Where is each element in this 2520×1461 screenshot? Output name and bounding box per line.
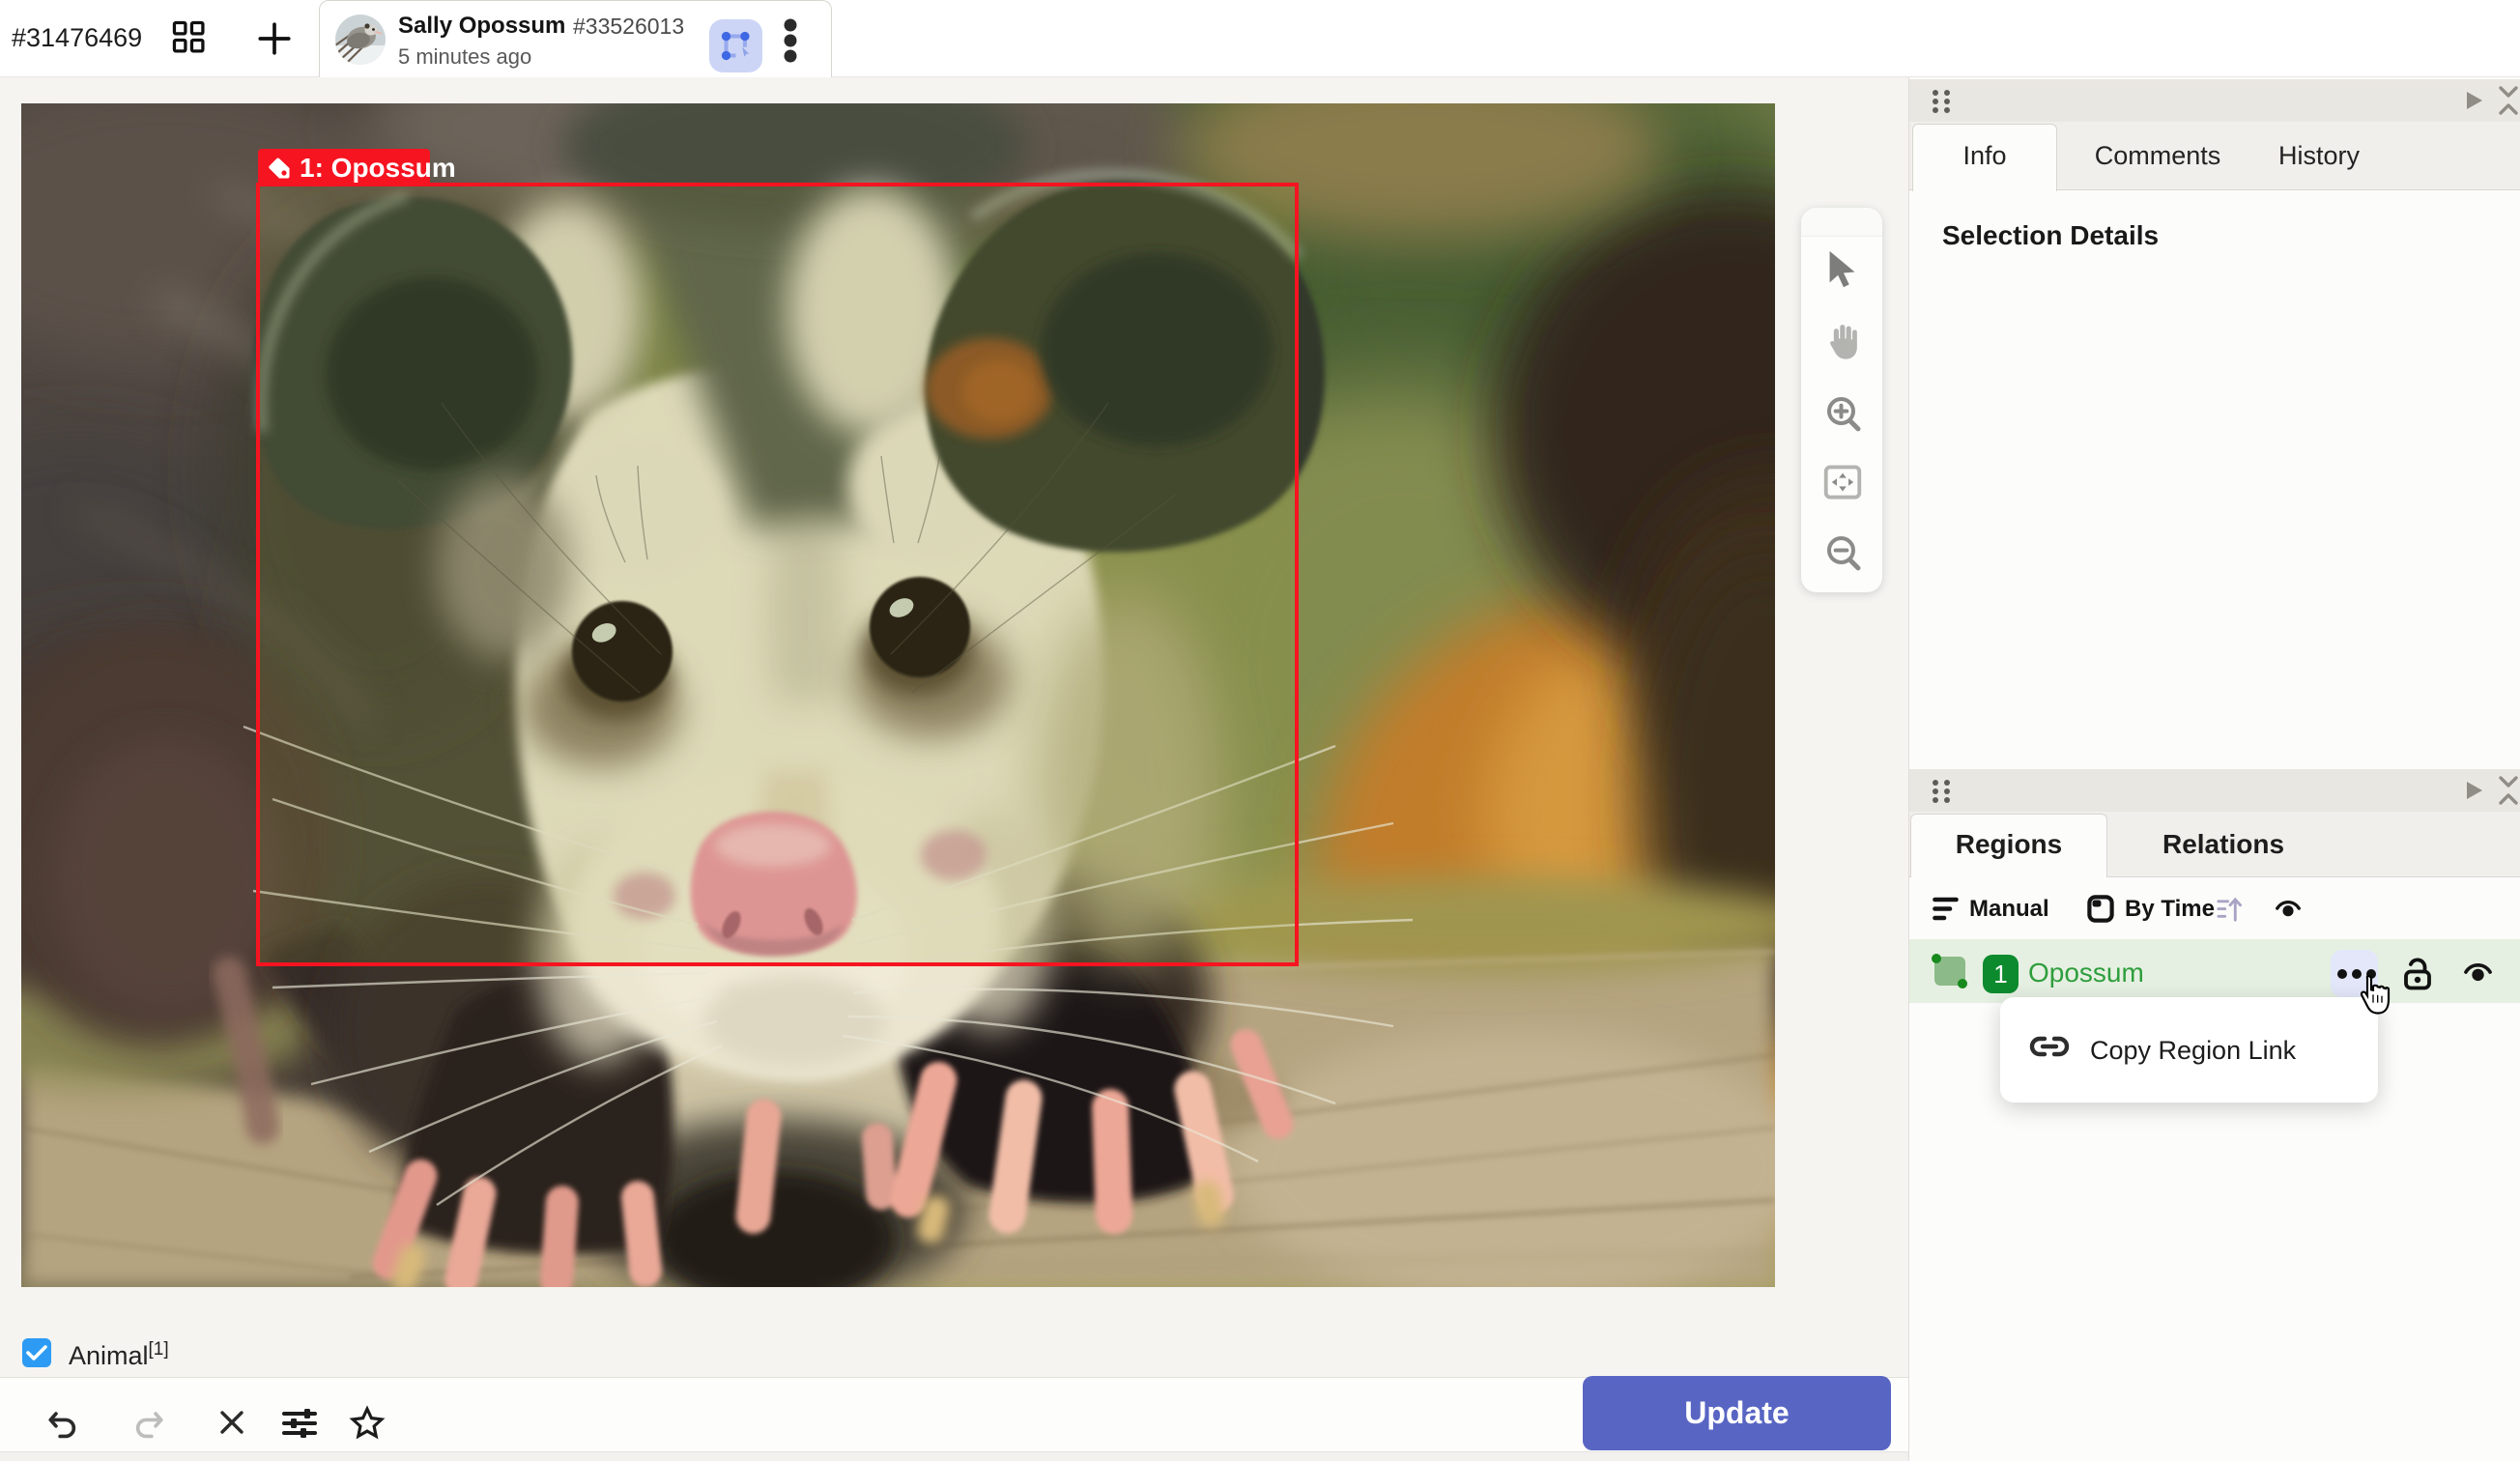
svg-text:1: Opossum: 1: Opossum bbox=[300, 153, 456, 183]
